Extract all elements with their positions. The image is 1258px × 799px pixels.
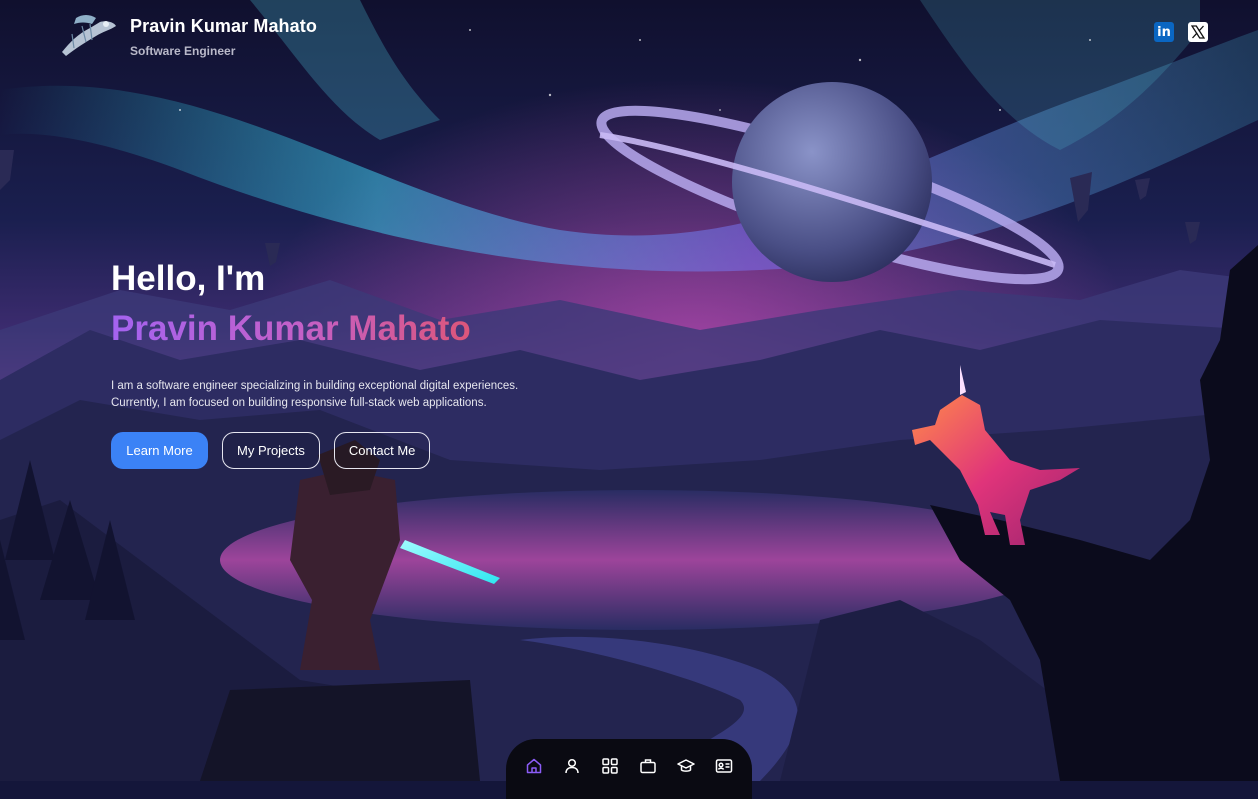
bottom-nav xyxy=(506,739,752,799)
contact-card-icon xyxy=(715,759,733,773)
home-icon xyxy=(526,758,542,774)
briefcase-icon xyxy=(640,759,656,774)
nav-education[interactable] xyxy=(674,757,698,781)
flying-ship-logo-icon xyxy=(62,15,116,56)
grid-icon xyxy=(602,758,618,774)
nav-skills[interactable] xyxy=(598,757,622,781)
linkedin-icon[interactable]: in xyxy=(1154,22,1174,42)
hero-section: Hello, I'm Pravin Kumar Mahato I am a so… xyxy=(111,258,531,469)
hero-name: Pravin Kumar Mahato xyxy=(111,308,531,350)
brand-name: Pravin Kumar Mahato xyxy=(130,16,317,36)
hero-greeting: Hello, I'm xyxy=(111,259,266,298)
social-links: in xyxy=(1154,22,1208,42)
nav-home[interactable] xyxy=(522,757,546,781)
contact-me-button[interactable]: Contact Me xyxy=(333,432,431,469)
x-logo-glyph xyxy=(1191,25,1205,39)
my-projects-button[interactable]: My Projects xyxy=(222,432,320,469)
user-icon xyxy=(565,758,579,774)
nav-about[interactable] xyxy=(560,757,584,781)
x-icon[interactable] xyxy=(1188,22,1208,42)
brand[interactable]: Pravin Kumar Mahato Software Engineer xyxy=(56,12,317,58)
brand-role: Software Engineer xyxy=(130,44,236,58)
graduation-cap-icon xyxy=(677,759,695,772)
linkedin-glyph: in xyxy=(1157,24,1171,40)
nav-experience[interactable] xyxy=(636,757,660,781)
hero-actions: Learn More My Projects Contact Me xyxy=(111,432,531,469)
hero-description: I am a software engineer specializing in… xyxy=(111,380,519,409)
nav-contact[interactable] xyxy=(712,757,736,781)
learn-more-button[interactable]: Learn More xyxy=(111,432,208,469)
